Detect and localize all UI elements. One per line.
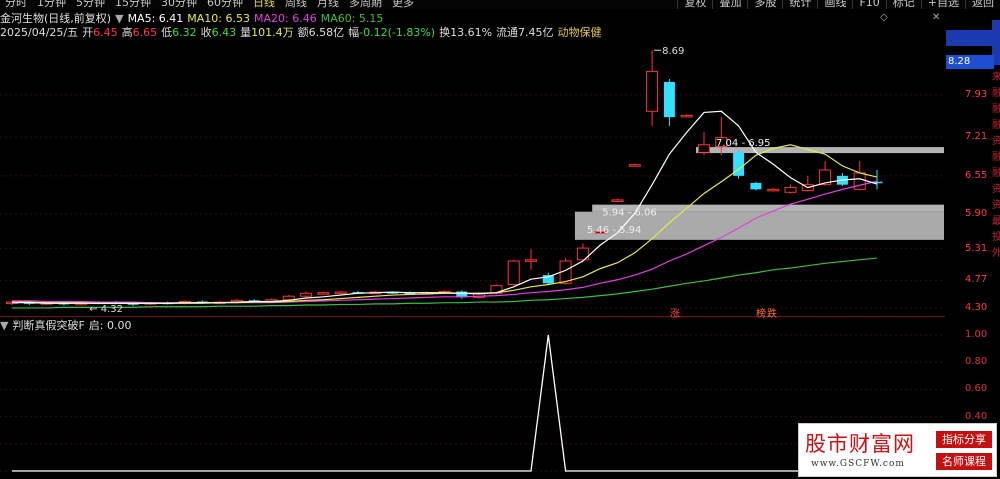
top-toolbar: 分时 1分钟 5分钟 15分钟 30分钟 60分钟 日线 周线 月线 多周期 更多 复权 叠加 多股 统计… <box>0 0 1000 9</box>
candle-body <box>698 144 710 153</box>
tool-button-6[interactable]: 标记 <box>885 0 921 9</box>
low-price-marker: ← 4.32 <box>89 304 123 315</box>
side-panel-char[interactable]: 资 <box>992 134 1000 150</box>
event-tag-zhang[interactable]: 涨 <box>670 305 680 320</box>
side-panel-char[interactable]: 投 <box>992 230 1000 246</box>
watermark-title: 股市财富网 <box>805 432 915 456</box>
candle-body <box>767 188 780 192</box>
candle-body <box>784 187 797 193</box>
tool-button-8[interactable]: 返回 <box>965 0 1000 9</box>
tab-period-4[interactable]: 30分钟 <box>156 0 202 9</box>
side-panel-labels: 来融融融资融融资资最投外 <box>992 70 1000 262</box>
candle-body <box>628 164 641 167</box>
tool-button-0[interactable]: 复权 <box>677 0 712 9</box>
tool-button-7[interactable]: +自选 <box>920 0 965 9</box>
tab-period-9[interactable]: 多周期 <box>344 0 387 9</box>
watermark-tag-course: 名师课程 <box>936 453 992 470</box>
candle-body <box>611 199 624 202</box>
candle-body <box>750 182 762 190</box>
tab-period-1[interactable]: 1分钟 <box>32 0 71 9</box>
price-tick-label: 4.30 <box>965 301 988 313</box>
period-tabs: 分时 1分钟 5分钟 15分钟 30分钟 60分钟 日线 周线 月线 多周期 更多 <box>0 0 419 9</box>
side-panel-char[interactable]: 融 <box>992 118 1000 134</box>
watermark-tag-share: 指标分享 <box>936 431 992 448</box>
side-panel-char[interactable]: 最 <box>992 214 1000 230</box>
tool-button-2[interactable]: 多股 <box>747 0 782 9</box>
chevron-down-icon[interactable]: ▼ <box>0 319 8 332</box>
tab-period-3[interactable]: 15分钟 <box>110 0 156 9</box>
tab-period-7[interactable]: 周线 <box>280 0 312 9</box>
price-tick-label: 5.31 <box>965 242 988 254</box>
tool-button-3[interactable]: 统计 <box>782 0 817 9</box>
ma60-line <box>12 257 878 309</box>
candle-body <box>525 259 537 262</box>
indicator-tick-label: 0.40 <box>965 410 988 422</box>
side-panel-char[interactable]: 外 <box>992 246 1000 262</box>
indicator-header: ▼ 判断真假突破F 启: 0.00 <box>0 317 136 333</box>
event-tag-die[interactable]: 跌 <box>767 305 777 320</box>
indicator-value: 启: 0.00 <box>88 319 132 332</box>
tool-button-4[interactable]: 画线 <box>817 0 852 9</box>
tab-period-6[interactable]: 日线 <box>248 0 280 9</box>
tool-buttons: 复权 叠加 多股 统计 画线 F10 标记 +自选 返回 <box>677 0 1000 9</box>
current-price-tag: 8.28 <box>946 55 994 69</box>
candle-body <box>317 292 330 295</box>
indicator-tick-label: 0.60 <box>965 383 988 395</box>
tab-period-0[interactable]: 分时 <box>0 0 32 9</box>
watermark-logo: 股市财富网 www.GSCFW.com 指标分享 名师课程 <box>798 423 997 477</box>
price-tick-label: 7.21 <box>965 131 988 143</box>
indicator-tick-label: 0.80 <box>965 356 988 368</box>
indicator-tick-label: 1.00 <box>965 329 988 340</box>
zone-label-1: 7.04 - 6.95 <box>716 138 771 149</box>
candlestick-chart[interactable]: 8.69 ← 4.32 7.04 - 6.95 5.94 - 6.06 5.46 - 5… <box>0 20 945 316</box>
tab-period-2[interactable]: 5分钟 <box>71 0 110 9</box>
side-panel-char[interactable]: 资 <box>992 182 1000 198</box>
tool-button-1[interactable]: 叠加 <box>712 0 747 9</box>
candle-body <box>680 114 693 118</box>
price-tick-label: 7.93 <box>965 88 988 100</box>
price-tick-label: 4.77 <box>965 274 988 286</box>
side-panel-char[interactable]: 融 <box>992 150 1000 166</box>
indicator-line <box>12 334 877 472</box>
tab-period-5[interactable]: 60分钟 <box>202 0 248 9</box>
side-panel-char[interactable]: 融 <box>992 166 1000 182</box>
candle-body <box>853 172 866 190</box>
candle-body <box>300 292 313 297</box>
candle-body <box>334 291 347 295</box>
tab-period-8[interactable]: 月线 <box>312 0 344 9</box>
tab-period-10[interactable]: 更多 <box>387 0 419 9</box>
panel-toggle-button[interactable] <box>946 30 992 46</box>
price-tick-label: 5.90 <box>965 208 988 220</box>
candle-body <box>507 260 520 285</box>
side-panel-char[interactable]: 融 <box>992 86 1000 102</box>
indicator-name[interactable]: 判断真假突破F <box>12 317 84 333</box>
ma20-line <box>12 180 878 304</box>
side-panel-char[interactable]: 资 <box>992 198 1000 214</box>
event-tag-bang[interactable]: 榜 <box>756 305 766 320</box>
zone-label-2: 5.94 - 6.06 <box>602 208 657 219</box>
zone-label-3: 5.46 - 5.94 <box>587 225 642 236</box>
side-panel-char[interactable]: 来 <box>992 70 1000 86</box>
candle-body <box>663 81 675 118</box>
watermark-url: www.GSCFW.com <box>811 459 905 469</box>
candle-body <box>646 70 659 112</box>
tool-button-5[interactable]: F10 <box>852 0 885 9</box>
pane-divider <box>0 316 945 317</box>
high-price-marker: 8.69 <box>662 46 684 57</box>
price-tick-label: 6.55 <box>965 169 988 181</box>
side-panel-char[interactable]: 融 <box>992 102 1000 118</box>
